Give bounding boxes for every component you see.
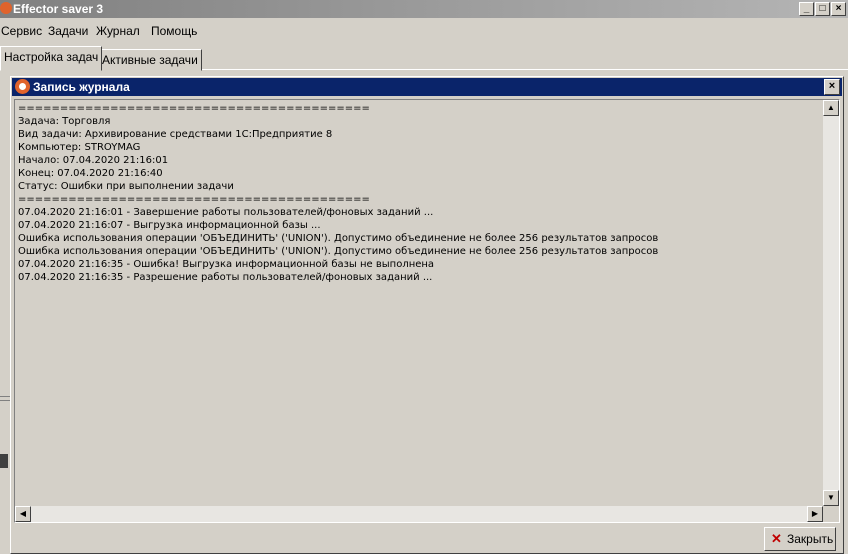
tab-strip: Настройка задач Активные задачи — [0, 45, 848, 71]
background-row-marker — [0, 454, 8, 468]
tab-task-settings[interactable]: Настройка задач — [0, 46, 103, 71]
scroll-up-arrow-icon[interactable]: ▲ — [823, 100, 839, 116]
log-line: Конец: 07.04.2020 21:16:40 — [18, 168, 163, 179]
close-icon: ✕ — [771, 531, 782, 546]
log-line: 07.04.2020 21:16:07 - Выгрузка информаци… — [18, 220, 321, 231]
scroll-corner — [823, 506, 839, 522]
dialog-titlebar[interactable]: Запись журнала × — [12, 78, 842, 96]
tab-active-tasks[interactable]: Активные задачи — [98, 49, 202, 71]
scroll-left-arrow-icon[interactable]: ◀ — [15, 506, 31, 522]
log-line: 07.04.2020 21:16:35 - Ошибка! Выгрузка и… — [18, 259, 435, 270]
log-line: 07.04.2020 21:16:01 - Завершение работы … — [18, 207, 434, 218]
horizontal-scrollbar[interactable]: ◀ ▶ — [15, 506, 823, 522]
background-panel-edge — [0, 70, 10, 540]
close-button[interactable]: ✕ Закрыть — [764, 527, 836, 551]
log-line: Компьютер: STROYMAG — [18, 142, 141, 153]
divider — [0, 400, 10, 401]
log-line: ========================================… — [18, 103, 370, 114]
app-logo-icon — [0, 2, 12, 14]
menu-tasks[interactable]: Задачи — [48, 24, 88, 38]
scroll-right-arrow-icon[interactable]: ▶ — [807, 506, 823, 522]
scroll-down-arrow-icon[interactable]: ▼ — [823, 490, 839, 506]
minimize-button[interactable]: _ — [799, 2, 814, 16]
window-close-button[interactable]: × — [831, 2, 846, 16]
log-line: Начало: 07.04.2020 21:16:01 — [18, 155, 169, 166]
menu-help[interactable]: Помощь — [151, 24, 197, 38]
menu-journal[interactable]: Журнал — [96, 24, 140, 38]
close-button-label: Закрыть — [787, 532, 834, 546]
maximize-button[interactable]: □ — [815, 2, 830, 16]
log-line: Вид задачи: Архивирование средствами 1С:… — [18, 129, 333, 140]
log-line: Ошибка использования операции 'ОБЪЕДИНИТ… — [18, 246, 659, 257]
log-line: Задача: Торговля — [18, 116, 111, 127]
log-line: Статус: Ошибки при выполнении задачи — [18, 181, 234, 192]
divider — [0, 396, 10, 397]
log-line: 07.04.2020 21:16:35 - Разрешение работы … — [18, 272, 433, 283]
app-title: Effector saver 3 — [13, 2, 104, 16]
main-window-titlebar: Effector saver 3 _ □ × — [0, 0, 848, 18]
dialog-title: Запись журнала — [33, 80, 130, 94]
menu-service[interactable]: Сервис — [1, 24, 42, 38]
log-line: ========================================… — [18, 194, 370, 205]
journal-entry-dialog: Запись журнала × =======================… — [10, 76, 844, 554]
log-memo[interactable]: ========================================… — [14, 99, 840, 523]
log-text: ========================================… — [18, 102, 824, 506]
menu-bar: Сервис Задачи Журнал Помощь — [0, 20, 848, 42]
dialog-close-icon[interactable]: × — [824, 79, 840, 95]
vertical-scrollbar[interactable]: ▲ ▼ — [823, 100, 839, 506]
log-line: Ошибка использования операции 'ОБЪЕДИНИТ… — [18, 233, 659, 244]
app-logo-icon — [15, 79, 30, 94]
